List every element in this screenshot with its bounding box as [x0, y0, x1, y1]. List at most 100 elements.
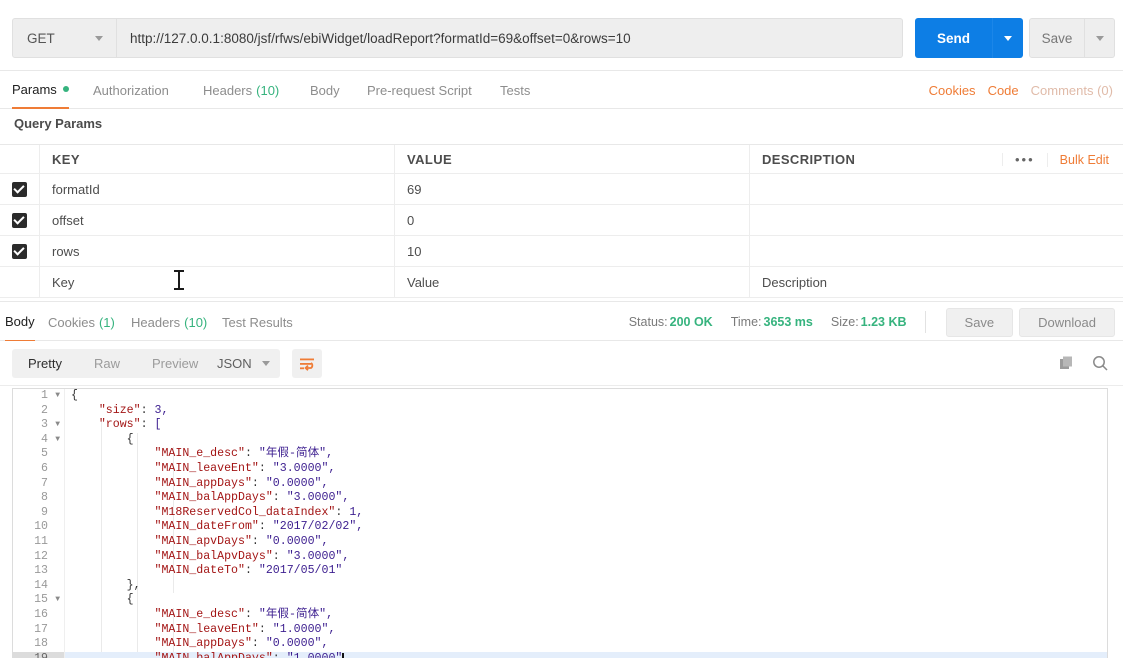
url-input[interactable]: http://127.0.0.1:8080/jsf/rfws/ebiWidget… [117, 18, 903, 58]
tab-authorization[interactable]: Authorization [93, 71, 169, 109]
editor-code-line[interactable]: "MAIN_appDays": "0.0000", [65, 477, 1107, 492]
editor-code-line[interactable]: "MAIN_dateFrom": "2017/02/02", [65, 520, 1107, 535]
row-checkbox-cell [0, 205, 40, 235]
tab-headers-count: (10) [256, 82, 280, 98]
param-description[interactable] [750, 236, 1123, 266]
tab-pre-request-script[interactable]: Pre-request Script [367, 71, 472, 109]
fold-toggle-icon[interactable]: ▼ [55, 418, 60, 433]
new-param-description-input[interactable]: Description [750, 267, 1123, 297]
param-key[interactable]: rows [40, 236, 395, 266]
param-value[interactable]: 0 [395, 205, 750, 235]
param-value[interactable]: 69 [395, 174, 750, 204]
editor-code-line[interactable]: "MAIN_balAppDays": "1.0000", [65, 651, 1107, 658]
editor-code-content[interactable]: { "size": 3, "rows": [ { "MAIN_e_desc": … [65, 389, 1107, 658]
response-tab-cookies[interactable]: Cookies (1) [48, 302, 115, 342]
editor-code-line[interactable]: "size": 3, [65, 404, 1107, 419]
divider [924, 311, 926, 333]
copy-body-button[interactable] [1059, 355, 1076, 372]
chevron-down-icon [1004, 35, 1012, 41]
view-preview-button[interactable]: Preview [136, 349, 214, 378]
tab-headers[interactable]: Headers (10) [203, 71, 279, 109]
param-key[interactable]: offset [40, 205, 395, 235]
editor-code-line[interactable]: "rows": [ [65, 418, 1107, 433]
param-enabled-checkbox[interactable] [12, 212, 27, 228]
chevron-down-icon [262, 361, 270, 366]
editor-code-line[interactable]: "MAIN_e_desc": "年假-简体", [65, 447, 1107, 462]
editor-code-line[interactable]: "MAIN_dateTo": "2017/05/01" [65, 564, 1107, 579]
editor-code-line[interactable]: { [65, 389, 1107, 404]
save-options-button[interactable] [1085, 18, 1115, 58]
tab-params-label: Params [12, 81, 57, 97]
param-description[interactable] [750, 174, 1123, 204]
fold-toggle-icon[interactable]: ▼ [55, 389, 60, 404]
fold-toggle-icon[interactable]: ▼ [55, 433, 60, 448]
send-options-button[interactable] [992, 18, 1023, 58]
response-tab-body[interactable]: Body [5, 302, 35, 342]
tab-body-label: Body [310, 82, 340, 98]
editor-line-number: 1 ▼ [41, 389, 60, 404]
new-param-value-input[interactable]: Value [395, 267, 750, 297]
editor-code-line[interactable]: "MAIN_e_desc": "年假-简体", [65, 608, 1107, 623]
comments-link[interactable]: Comments (0) [1031, 83, 1113, 98]
param-value[interactable]: 10 [395, 236, 750, 266]
editor-code-line[interactable]: "M18ReservedCol_dataIndex": 1, [65, 506, 1107, 521]
response-tab-cookies-label: Cookies [48, 314, 95, 330]
download-response-button[interactable]: Download [1019, 307, 1115, 337]
editor-code-line[interactable]: { [65, 593, 1107, 608]
editor-code-line[interactable]: "MAIN_appDays": "0.0000", [65, 637, 1107, 652]
editor-line-number: 6 [41, 461, 48, 475]
editor-code-line[interactable]: "MAIN_balAppDays": "3.0000", [65, 491, 1107, 506]
header-cell-value: VALUE [395, 145, 750, 173]
editor-code-line[interactable]: "MAIN_leaveEnt": "1.0000", [65, 623, 1107, 638]
send-button-group: Send [915, 18, 1023, 58]
editor-code-line[interactable]: }, [65, 579, 1107, 594]
param-key[interactable]: formatId [40, 174, 395, 204]
param-enabled-checkbox[interactable] [12, 181, 27, 197]
editor-code-line[interactable]: { [65, 433, 1107, 448]
http-method-dropdown[interactable]: GET [12, 18, 117, 58]
editor-line-number: 11 [34, 534, 48, 548]
response-tab-body-label: Body [5, 313, 35, 329]
cookies-link[interactable]: Cookies [929, 83, 976, 98]
editor-text-caret [342, 652, 344, 658]
save-request-button[interactable]: Save [1029, 18, 1085, 58]
view-raw-button[interactable]: Raw [78, 349, 136, 378]
editor-line-number: 8 [41, 491, 48, 505]
new-param-key-input[interactable]: Key [40, 267, 395, 297]
code-link[interactable]: Code [988, 83, 1019, 98]
tab-tests[interactable]: Tests [500, 71, 530, 109]
response-status-area: Status: 200 OK Time: 3653 ms Size: 1.23 KB … [629, 302, 1115, 342]
send-button[interactable]: Send [915, 18, 992, 58]
editor-code-line[interactable]: "MAIN_apvDays": "0.0000", [65, 535, 1107, 550]
editor-line-number: 4 ▼ [41, 432, 60, 448]
editor-line-number: 13 [34, 564, 48, 578]
editor-code-line[interactable]: "MAIN_balApvDays": "3.0000", [65, 550, 1107, 565]
row-checkbox-cell [0, 174, 40, 204]
body-view-switcher: Pretty Raw Preview [12, 349, 215, 378]
view-pretty-button[interactable]: Pretty [12, 349, 78, 378]
status-label: Status: [628, 315, 668, 329]
save-response-button[interactable]: Save [945, 307, 1014, 337]
size-group: Size: 1.23 KB [831, 315, 907, 329]
search-body-button[interactable] [1092, 355, 1109, 372]
table-row: offset 0 [0, 205, 1123, 236]
response-body-editor[interactable]: 1▼23▼4▼56789101112131415▼16171819 { "siz… [12, 388, 1108, 658]
header-cell-key: KEY [40, 145, 395, 173]
word-wrap-button[interactable] [292, 349, 322, 378]
editor-line-number: 15 ▼ [34, 593, 60, 608]
request-utility-links: Cookies Code Comments (0) [929, 71, 1113, 109]
more-options-icon[interactable]: ••• [1002, 153, 1047, 166]
table-row: rows 10 [0, 236, 1123, 267]
table-row: formatId 69 [0, 174, 1123, 205]
param-enabled-checkbox[interactable] [12, 243, 27, 259]
fold-toggle-icon[interactable]: ▼ [55, 593, 60, 608]
tab-params[interactable]: Params [12, 71, 69, 109]
bulk-edit-button[interactable]: Bulk Edit [1046, 152, 1123, 167]
param-description[interactable] [750, 205, 1123, 235]
response-tab-headers[interactable]: Headers (10) [131, 302, 207, 342]
editor-code-line[interactable]: "MAIN_leaveEnt": "3.0000", [65, 462, 1107, 477]
response-tab-test-results[interactable]: Test Results [222, 302, 293, 342]
status-value: 200 OK [669, 315, 713, 329]
body-format-dropdown[interactable]: JSON [206, 349, 280, 378]
tab-body[interactable]: Body [310, 71, 340, 109]
